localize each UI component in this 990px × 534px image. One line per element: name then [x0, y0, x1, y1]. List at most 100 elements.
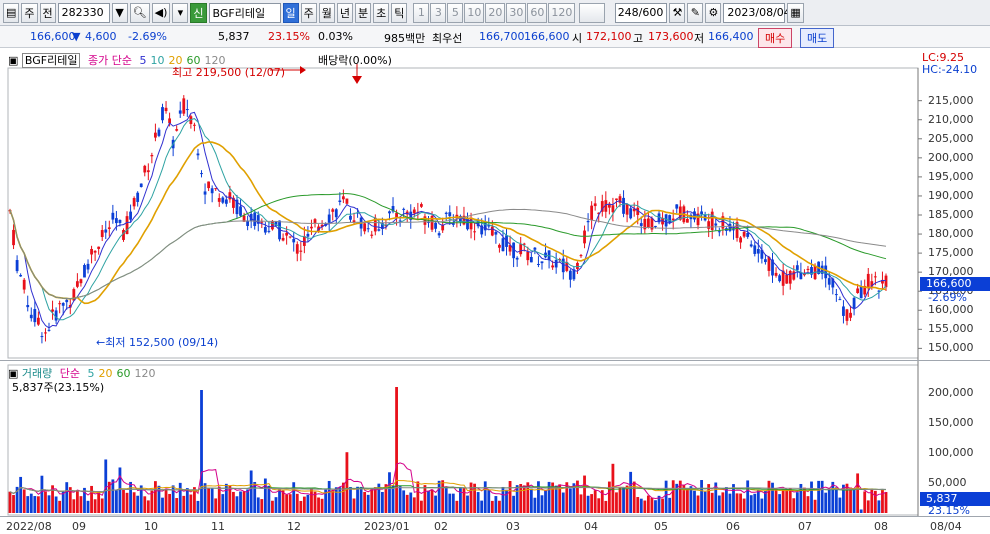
candle-body: [824, 265, 828, 279]
minute-tab-10[interactable]: 10: [464, 2, 485, 23]
period-tab-1[interactable]: 주: [300, 2, 317, 23]
volume-bar: [146, 500, 150, 513]
scope-select[interactable]: 전: [39, 2, 56, 23]
date-field[interactable]: 2023/08/04: [723, 2, 791, 23]
market-select[interactable]: 주: [21, 2, 38, 23]
candle-body: [207, 181, 211, 189]
volume-chart-canvas[interactable]: [0, 361, 990, 517]
volume-bar: [781, 489, 785, 513]
speaker-icon[interactable]: ◀): [151, 2, 171, 23]
candle-body: [263, 227, 267, 233]
volume-bar: [710, 492, 714, 513]
buy-button[interactable]: 매수: [758, 28, 793, 48]
period-tab-3[interactable]: 년: [336, 2, 354, 23]
volume-tick-2: 100,000: [928, 446, 974, 459]
period-tab-4[interactable]: 분: [355, 2, 372, 23]
period-tab-2[interactable]: 월: [318, 2, 335, 23]
candle-body: [756, 249, 760, 254]
speaker-dropdown-icon[interactable]: ▾: [172, 2, 189, 23]
candle-body: [742, 231, 746, 237]
candle-body: [788, 270, 792, 284]
candle-body: [434, 222, 437, 229]
volume-bar: [398, 486, 402, 513]
volume-bar: [79, 496, 83, 513]
minute-tabs: 1 3 5 10 20 30 60 120: [413, 2, 576, 23]
minute-tab-3[interactable]: 3: [430, 2, 447, 23]
stock-code-input[interactable]: 282330: [57, 2, 110, 23]
price-chart[interactable]: ▣ BGF리테일 종가 단순 5 10 20 60 120 최고 219,500 (12…: [0, 48, 990, 360]
volume-bar: [498, 500, 501, 513]
volume-bar: [859, 509, 863, 513]
search-icon[interactable]: 🔍︎: [129, 2, 150, 23]
draw-tool-icon[interactable]: ✎: [687, 2, 704, 23]
candle-body: [398, 220, 402, 222]
candle-body: [341, 196, 345, 200]
volume-bar: [90, 485, 93, 513]
minute-tab-1[interactable]: 1: [413, 2, 430, 23]
volume-bar: [636, 497, 640, 513]
volume-bar: [178, 482, 182, 513]
new-stock-badge[interactable]: 신: [190, 2, 207, 23]
volume-bar: [210, 488, 214, 513]
minute-tab-120[interactable]: 120: [548, 2, 576, 23]
period-tab-6[interactable]: 틱: [391, 2, 408, 23]
volume-bar: [338, 487, 342, 513]
volume-bar: [235, 496, 239, 513]
open-label: 시: [572, 32, 583, 45]
candle-body: [260, 221, 264, 223]
volume-chart[interactable]: ▣ 거래량 단순 5 20 60 120 5,837주(23.15%) 200,000…: [0, 360, 990, 517]
stock-name-field[interactable]: BGF리테일: [208, 2, 281, 23]
volume-bar: [455, 500, 459, 513]
period-tab-5[interactable]: 초: [373, 2, 390, 23]
minute-tab-5[interactable]: 5: [447, 2, 464, 23]
count-field[interactable]: 248/600: [615, 2, 668, 23]
candle-body: [90, 249, 93, 255]
volume-bar: [646, 495, 650, 513]
code-dropdown-icon[interactable]: ▼: [111, 2, 128, 23]
period-tab-0[interactable]: 일: [282, 2, 299, 23]
volume-bar: [370, 488, 374, 513]
candle-body: [494, 232, 498, 235]
minute-custom-field[interactable]: [579, 2, 606, 23]
volume-bar: [508, 481, 512, 513]
volume-bar: [33, 496, 37, 513]
candle-body: [161, 107, 164, 121]
candle-body: [671, 218, 675, 221]
low-annotation: ←최저 152,500 (09/14): [96, 336, 219, 349]
price-chart-canvas[interactable]: [0, 48, 990, 360]
high-value: 173,600: [648, 30, 694, 43]
candle-body: [732, 229, 735, 231]
volume-bar: [299, 500, 303, 513]
best-bid-1: 166,700: [479, 30, 525, 43]
price-tick-11: 160,000: [928, 303, 974, 317]
hc-label: HC:-24.10: [922, 63, 978, 76]
candle-body: [515, 257, 519, 260]
candle-body: [107, 227, 111, 229]
volume-bar: [451, 493, 455, 513]
chart-config-icon[interactable]: ⚙: [705, 2, 722, 23]
candle-body: [370, 234, 374, 236]
calendar-icon[interactable]: ▦: [787, 2, 804, 23]
candle-body: [615, 198, 618, 200]
high-arrow-head: [300, 66, 306, 74]
candle-body: [498, 244, 501, 248]
minute-tab-30[interactable]: 30: [506, 2, 527, 23]
sell-button[interactable]: 매도: [800, 28, 835, 48]
candle-body: [22, 279, 26, 290]
volume-bar: [586, 495, 590, 513]
candle-body: [29, 314, 33, 319]
volume-bar: [568, 488, 572, 513]
volume-bar: [795, 492, 799, 513]
indicator-settings-icon[interactable]: ⚒: [669, 2, 686, 23]
volume-bar: [817, 480, 821, 513]
window-menu-icon[interactable]: ▤: [3, 2, 20, 23]
volume-bar: [395, 387, 398, 513]
minute-tab-60[interactable]: 60: [527, 2, 548, 23]
candle-body: [540, 261, 544, 264]
volume-bar: [292, 482, 296, 513]
volume-bar: [129, 481, 132, 513]
minute-tab-20[interactable]: 20: [485, 2, 506, 23]
volume-bar: [125, 492, 129, 513]
candle-body: [79, 279, 83, 284]
candle-body: [210, 188, 214, 194]
